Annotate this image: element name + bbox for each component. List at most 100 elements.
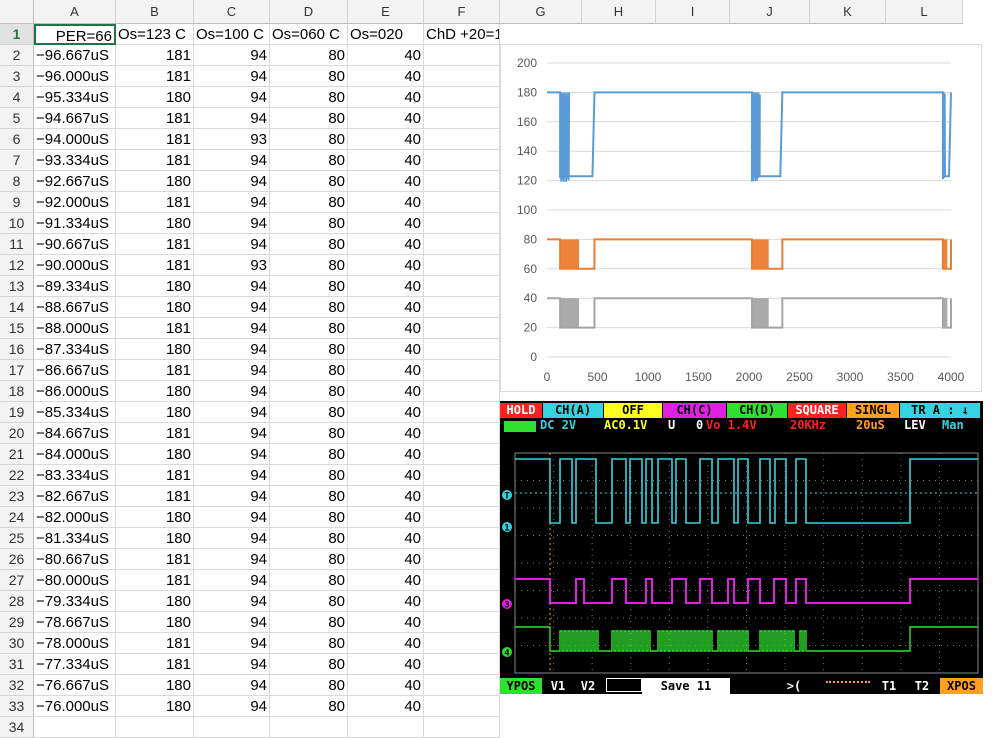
value-cell[interactable]: 80 (270, 381, 348, 402)
time-cell[interactable]: −80.000uS (34, 570, 116, 591)
value-cell[interactable]: 80 (270, 87, 348, 108)
value-cell[interactable]: 94 (194, 633, 270, 654)
empty-cell[interactable] (424, 339, 500, 360)
time-cell[interactable]: −81.334uS (34, 528, 116, 549)
empty-cell[interactable] (424, 633, 500, 654)
value-cell[interactable]: 94 (194, 528, 270, 549)
empty-cell[interactable] (424, 675, 500, 696)
row-header-14[interactable]: 14 (0, 297, 34, 318)
empty-cell[interactable] (424, 234, 500, 255)
row-header-8[interactable]: 8 (0, 171, 34, 192)
empty-cell[interactable] (194, 717, 270, 738)
time-cell[interactable]: −92.667uS (34, 171, 116, 192)
value-cell[interactable]: 180 (116, 612, 194, 633)
value-cell[interactable]: 94 (194, 276, 270, 297)
empty-cell[interactable] (424, 360, 500, 381)
value-cell[interactable]: 180 (116, 381, 194, 402)
value-cell[interactable]: 40 (348, 507, 424, 528)
row-header-25[interactable]: 25 (0, 528, 34, 549)
value-cell[interactable]: 80 (270, 591, 348, 612)
time-cell[interactable]: −95.334uS (34, 87, 116, 108)
value-cell[interactable]: 40 (348, 108, 424, 129)
value-cell[interactable]: 93 (194, 255, 270, 276)
value-cell[interactable]: 80 (270, 633, 348, 654)
empty-cell[interactable] (424, 150, 500, 171)
time-cell[interactable]: −85.334uS (34, 402, 116, 423)
value-cell[interactable]: 94 (194, 213, 270, 234)
column-header-j[interactable]: J (730, 0, 810, 24)
value-cell[interactable]: 80 (270, 549, 348, 570)
row-header-4[interactable]: 4 (0, 87, 34, 108)
column-header-i[interactable]: I (656, 0, 730, 24)
time-cell[interactable]: −88.667uS (34, 297, 116, 318)
value-cell[interactable]: 80 (270, 654, 348, 675)
value-cell[interactable]: 180 (116, 444, 194, 465)
value-cell[interactable]: 40 (348, 675, 424, 696)
value-cell[interactable]: 94 (194, 45, 270, 66)
value-cell[interactable]: 80 (270, 696, 348, 717)
value-cell[interactable]: 181 (116, 423, 194, 444)
value-cell[interactable]: 94 (194, 360, 270, 381)
time-cell[interactable]: −86.667uS (34, 360, 116, 381)
empty-cell[interactable] (424, 255, 500, 276)
empty-cell[interactable] (424, 318, 500, 339)
empty-cell[interactable] (424, 45, 500, 66)
value-cell[interactable]: 40 (348, 171, 424, 192)
column-header-f[interactable]: F (424, 0, 500, 24)
value-cell[interactable]: 94 (194, 318, 270, 339)
time-cell[interactable]: −78.667uS (34, 612, 116, 633)
row-header-18[interactable]: 18 (0, 381, 34, 402)
row-header-5[interactable]: 5 (0, 108, 34, 129)
value-cell[interactable]: 40 (348, 255, 424, 276)
value-cell[interactable]: 40 (348, 66, 424, 87)
value-cell[interactable]: 80 (270, 150, 348, 171)
header-cell[interactable]: Os=020 (348, 24, 424, 45)
time-cell[interactable]: −96.667uS (34, 45, 116, 66)
row-header-20[interactable]: 20 (0, 423, 34, 444)
header-cell[interactable]: Os=060 C (270, 24, 348, 45)
value-cell[interactable]: 94 (194, 297, 270, 318)
value-cell[interactable]: 40 (348, 528, 424, 549)
value-cell[interactable]: 80 (270, 297, 348, 318)
row-header-26[interactable]: 26 (0, 549, 34, 570)
row-header-32[interactable]: 32 (0, 675, 34, 696)
row-header-33[interactable]: 33 (0, 696, 34, 717)
value-cell[interactable]: 180 (116, 339, 194, 360)
value-cell[interactable]: 80 (270, 45, 348, 66)
empty-cell[interactable] (424, 570, 500, 591)
value-cell[interactable]: 40 (348, 213, 424, 234)
value-cell[interactable]: 181 (116, 66, 194, 87)
value-cell[interactable]: 80 (270, 234, 348, 255)
value-cell[interactable]: 40 (348, 318, 424, 339)
value-cell[interactable]: 94 (194, 612, 270, 633)
value-cell[interactable]: 40 (348, 570, 424, 591)
empty-cell[interactable] (424, 381, 500, 402)
value-cell[interactable]: 94 (194, 381, 270, 402)
time-cell[interactable]: −93.334uS (34, 150, 116, 171)
value-cell[interactable]: 40 (348, 234, 424, 255)
header-cell[interactable]: Os=100 C (194, 24, 270, 45)
empty-cell[interactable] (270, 717, 348, 738)
row-header-9[interactable]: 9 (0, 192, 34, 213)
value-cell[interactable]: 180 (116, 507, 194, 528)
save-button[interactable]: Save 11 (642, 678, 730, 694)
value-cell[interactable]: 94 (194, 549, 270, 570)
row-header-13[interactable]: 13 (0, 276, 34, 297)
value-cell[interactable]: 94 (194, 444, 270, 465)
value-cell[interactable]: 94 (194, 423, 270, 444)
value-cell[interactable]: 94 (194, 465, 270, 486)
time-cell[interactable]: −96.000uS (34, 66, 116, 87)
empty-cell[interactable] (424, 486, 500, 507)
row-header-21[interactable]: 21 (0, 444, 34, 465)
empty-cell[interactable] (424, 507, 500, 528)
value-cell[interactable]: 94 (194, 150, 270, 171)
row-header-16[interactable]: 16 (0, 339, 34, 360)
value-cell[interactable]: 181 (116, 654, 194, 675)
empty-cell[interactable] (424, 297, 500, 318)
cursor-button[interactable]: >( (782, 678, 806, 694)
value-cell[interactable]: 40 (348, 150, 424, 171)
value-cell[interactable]: 40 (348, 696, 424, 717)
value-cell[interactable]: 94 (194, 402, 270, 423)
header-cell[interactable]: PER=66 (34, 24, 116, 45)
empty-cell[interactable] (424, 108, 500, 129)
